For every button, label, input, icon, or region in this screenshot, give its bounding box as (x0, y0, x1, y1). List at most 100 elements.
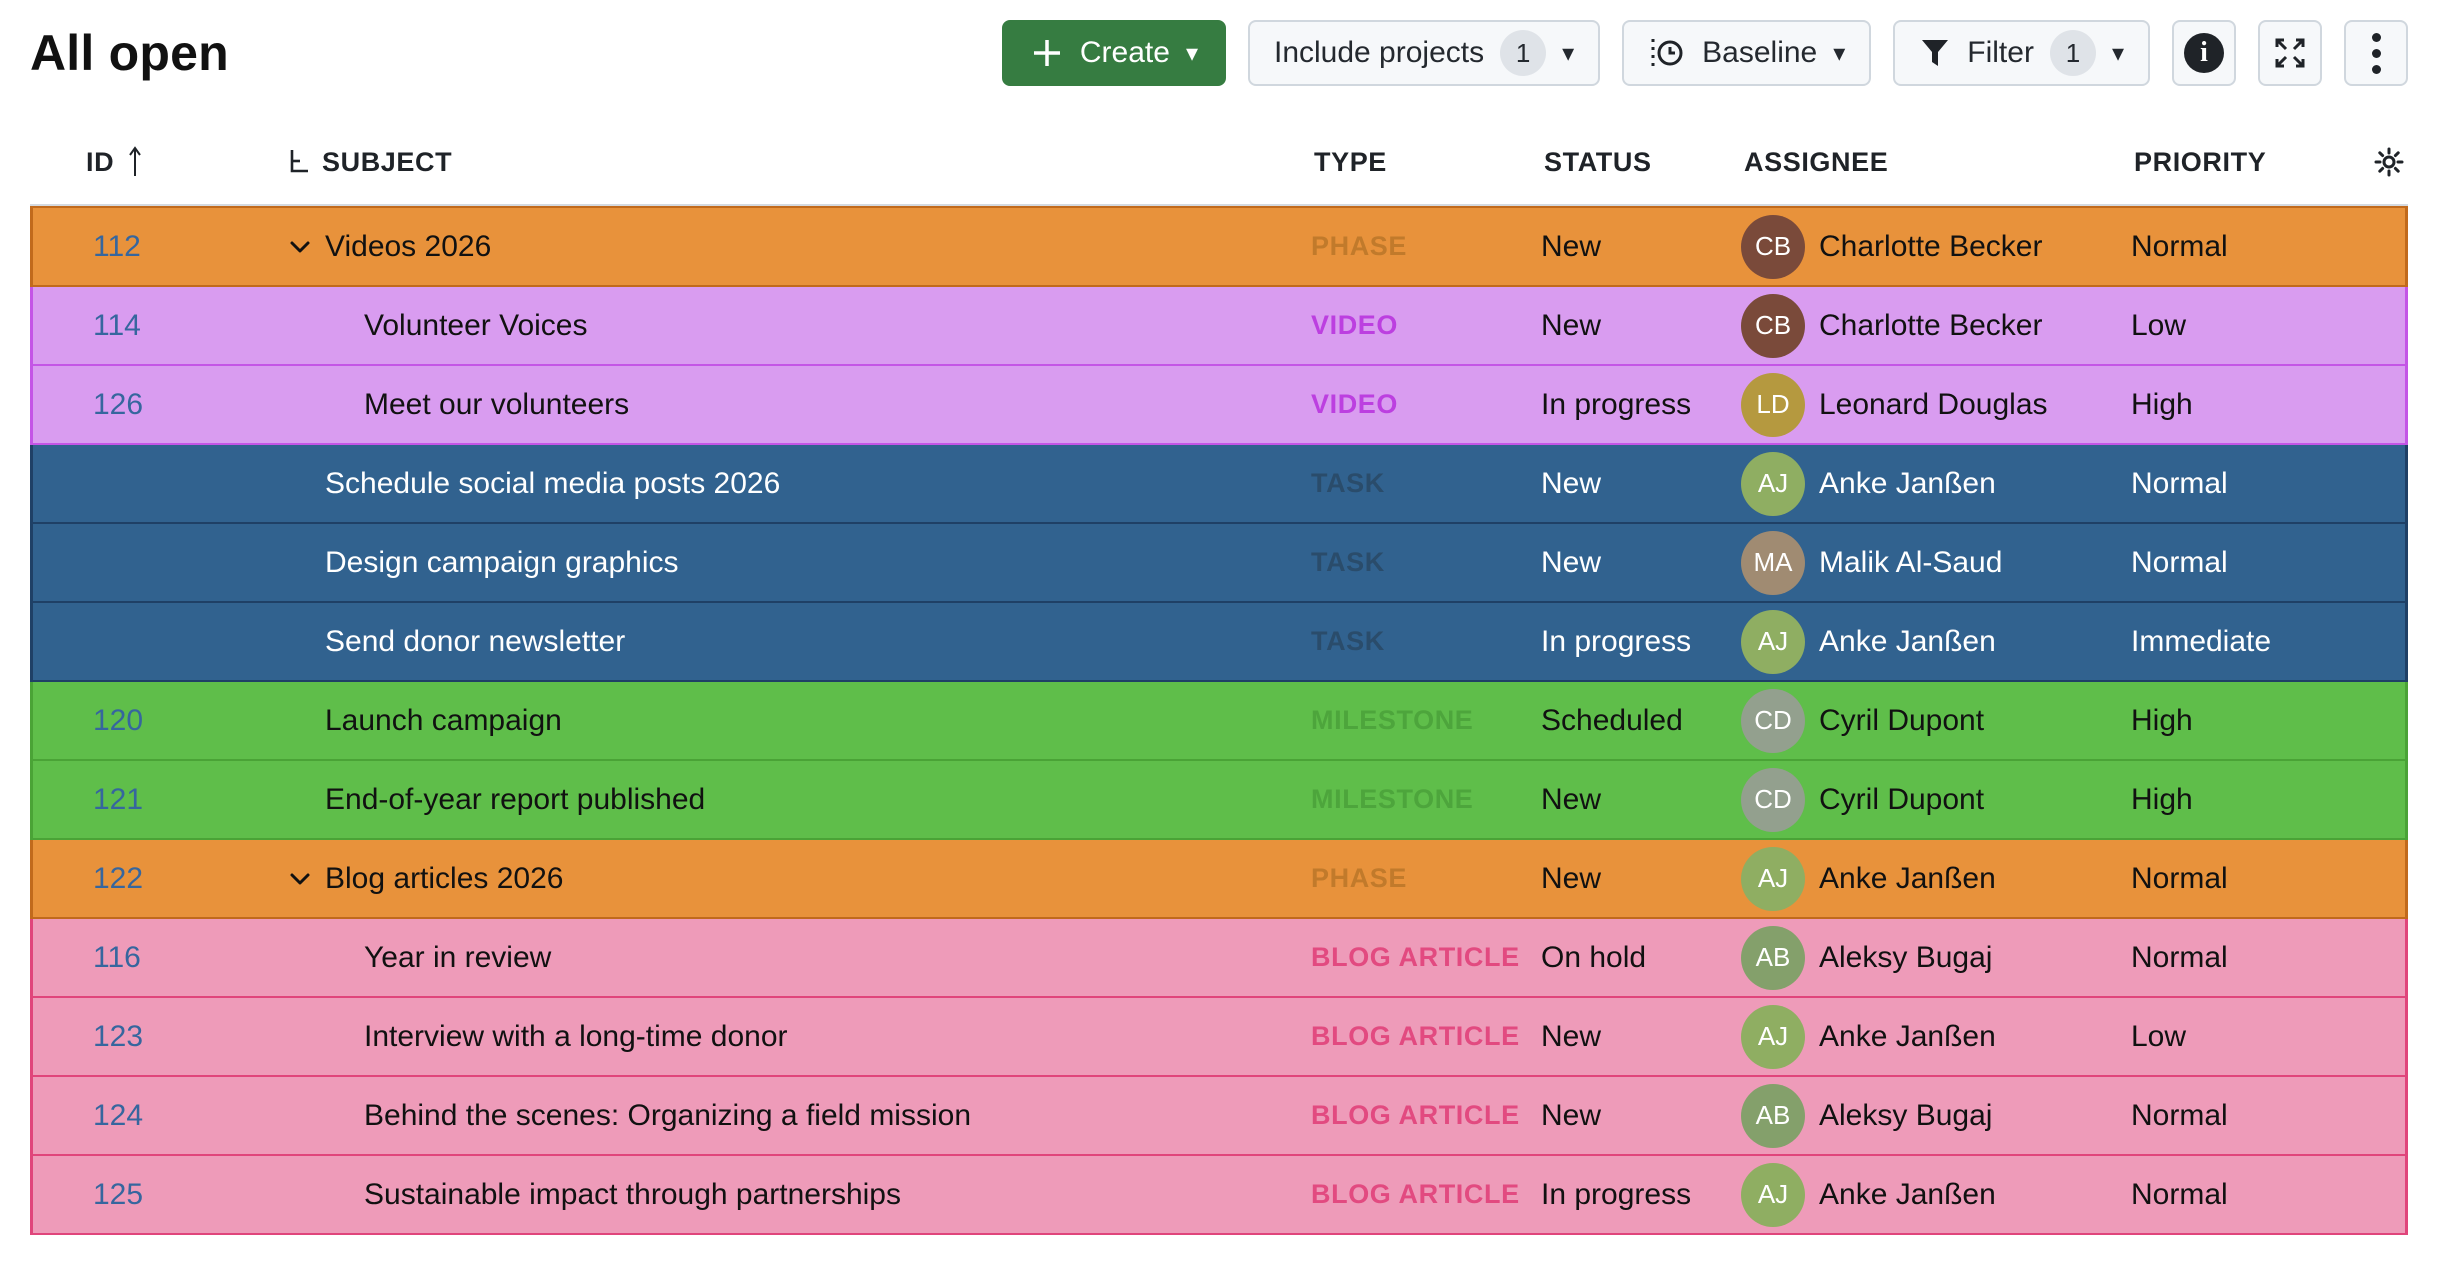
avatar: MA (1741, 531, 1805, 595)
wp-assignee-cell: AJAnke Janßen (1733, 1163, 2123, 1227)
work-package-row[interactable]: 116Year in reviewBLOG ARTICLEOn holdABAl… (30, 919, 2408, 998)
wp-assignee-name: Charlotte Becker (1819, 309, 2042, 343)
wp-id-cell: 112 (33, 230, 283, 264)
wp-id-cell: 121 (33, 783, 283, 817)
column-header-assignee[interactable]: ASSIGNEE (1730, 147, 2120, 178)
wp-assignee-cell: MAMalik Al-Saud (1733, 531, 2123, 595)
avatar: CD (1741, 768, 1805, 832)
wp-subject[interactable]: Interview with a long-time donor (364, 1020, 788, 1054)
collapse-chevron-icon[interactable] (285, 864, 315, 894)
work-package-row[interactable]: Design campaign graphicsTASKNewMAMalik A… (30, 524, 2408, 603)
wp-id-link[interactable]: 116 (93, 941, 141, 974)
work-package-row[interactable]: 112Videos 2026PHASENewCBCharlotte Becker… (30, 206, 2408, 287)
wp-priority: High (2123, 783, 2373, 817)
wp-id-cell: 124 (33, 1099, 283, 1133)
wp-priority: Normal (2123, 1178, 2373, 1212)
wp-id-link[interactable]: 112 (93, 230, 141, 263)
column-header-priority[interactable]: PRIORITY (2120, 147, 2370, 178)
column-header-status[interactable]: STATUS (1530, 147, 1730, 178)
wp-subject-cell: Launch campaign (283, 682, 1303, 759)
wp-id-link[interactable]: 120 (93, 704, 143, 737)
wp-subject[interactable]: Behind the scenes: Organizing a field mi… (364, 1099, 971, 1133)
column-header-priority-label: PRIORITY (2134, 147, 2266, 178)
wp-priority: Normal (2123, 230, 2373, 264)
wp-subject-cell: Sustainable impact through partnerships (283, 1156, 1303, 1233)
column-header-subject-label: SUBJECT (322, 147, 452, 178)
avatar: CB (1741, 215, 1805, 279)
wp-subject-cell: Design campaign graphics (283, 524, 1303, 601)
filter-button[interactable]: Filter 1 ▾ (1893, 20, 2150, 86)
wp-assignee-name: Aleksy Bugaj (1819, 941, 1992, 975)
table-header: ID SUBJECT TYPE STATUS ASSIGNEE PRIORITY (30, 120, 2408, 206)
baseline-button[interactable]: Baseline ▾ (1622, 20, 1871, 86)
wp-type: PHASE (1303, 863, 1533, 894)
collapse-chevron-icon[interactable] (285, 232, 315, 262)
wp-priority: Normal (2123, 941, 2373, 975)
work-package-row[interactable]: 120Launch campaignMILESTONEScheduledCDCy… (30, 682, 2408, 761)
fullscreen-button[interactable] (2258, 20, 2322, 86)
wp-subject-cell: Behind the scenes: Organizing a field mi… (283, 1077, 1303, 1154)
fullscreen-icon (2272, 35, 2308, 71)
wp-type: VIDEO (1303, 389, 1533, 420)
baseline-label: Baseline (1702, 36, 1817, 70)
column-header-subject[interactable]: SUBJECT (280, 147, 1300, 178)
create-button[interactable]: Create ▾ (1002, 20, 1226, 86)
more-options-button[interactable] (2344, 20, 2408, 86)
column-header-id[interactable]: ID (30, 144, 280, 180)
wp-id-link[interactable]: 126 (93, 388, 143, 421)
wp-assignee-name: Anke Janßen (1819, 1178, 1996, 1212)
wp-subject-cell: Volunteer Voices (283, 287, 1303, 364)
work-package-row[interactable]: 125 Sustainable impact through partnershi… (30, 1156, 2408, 1235)
column-header-assignee-label: ASSIGNEE (1744, 147, 1888, 178)
wp-priority: Normal (2123, 1099, 2373, 1133)
wp-assignee-name: Leonard Douglas (1819, 388, 2048, 422)
wp-id-cell: 120 (33, 704, 283, 738)
work-package-row[interactable]: 124 Behind the scenes: Organizing a field… (30, 1077, 2408, 1156)
work-package-row[interactable]: Send donor newsletterTASKIn progressAJAn… (30, 603, 2408, 682)
wp-id-link[interactable]: 125 (93, 1178, 143, 1211)
wp-id-link[interactable]: 122 (93, 862, 143, 895)
work-package-row[interactable]: 123Interview with a long-time donorBLOG … (30, 998, 2408, 1077)
wp-id-link[interactable]: 123 (93, 1020, 143, 1053)
wp-priority: Normal (2123, 862, 2373, 896)
work-package-row[interactable]: 114Volunteer VoicesVIDEONewCBCharlotte B… (30, 287, 2408, 366)
work-package-row[interactable]: Schedule social media posts 2026TASKNewA… (30, 445, 2408, 524)
wp-subject[interactable]: Volunteer Voices (364, 309, 588, 343)
wp-subject[interactable]: Send donor newsletter (325, 625, 625, 659)
chevron-down-icon: ▾ (2112, 42, 2124, 66)
wp-subject[interactable]: Year in review (364, 941, 551, 975)
column-header-type[interactable]: TYPE (1300, 147, 1530, 178)
wp-subject[interactable]: Sustainable impact through partnerships (364, 1178, 901, 1212)
wp-type: BLOG ARTICLE (1303, 942, 1533, 973)
wp-assignee-name: Charlotte Becker (1819, 230, 2042, 264)
toolbar: Create ▾ Include projects 1 ▾ Baseline ▾ (1002, 20, 2408, 86)
info-button[interactable]: i (2172, 20, 2236, 86)
work-package-row[interactable]: 121End-of-year report publishedMILESTONE… (30, 761, 2408, 840)
wp-id-link[interactable]: 121 (93, 783, 143, 816)
page-title: All open (30, 24, 229, 82)
wp-id-cell: 125 (33, 1178, 283, 1212)
wp-subject[interactable]: Launch campaign (325, 704, 562, 738)
wp-subject[interactable]: Videos 2026 (325, 230, 491, 264)
wp-priority: High (2123, 704, 2373, 738)
wp-subject[interactable]: Schedule social media posts 2026 (325, 467, 780, 501)
wp-assignee-cell: LDLeonard Douglas (1733, 373, 2123, 437)
include-projects-label: Include projects (1274, 36, 1484, 70)
wp-subject[interactable]: Blog articles 2026 (325, 862, 563, 896)
work-package-row[interactable]: 122Blog articles 2026PHASENewAJAnke Janß… (30, 840, 2408, 919)
avatar: AJ (1741, 452, 1805, 516)
wp-status: In progress (1533, 388, 1733, 422)
wp-assignee-cell: AJAnke Janßen (1733, 610, 2123, 674)
table-settings-button[interactable] (2370, 147, 2408, 177)
wp-subject[interactable]: Meet our volunteers (364, 388, 629, 422)
column-header-status-label: STATUS (1544, 147, 1652, 178)
wp-subject-cell: Send donor newsletter (283, 603, 1303, 680)
avatar: AB (1741, 926, 1805, 990)
include-projects-button[interactable]: Include projects 1 ▾ (1248, 20, 1600, 86)
wp-subject[interactable]: Design campaign graphics (325, 546, 679, 580)
wp-subject[interactable]: End-of-year report published (325, 783, 705, 817)
wp-id-cell: 126 (33, 388, 283, 422)
work-package-row[interactable]: 126 Meet our volunteers VIDEOIn progressLD… (30, 366, 2408, 445)
wp-id-link[interactable]: 124 (93, 1099, 143, 1132)
wp-id-link[interactable]: 114 (93, 309, 141, 342)
